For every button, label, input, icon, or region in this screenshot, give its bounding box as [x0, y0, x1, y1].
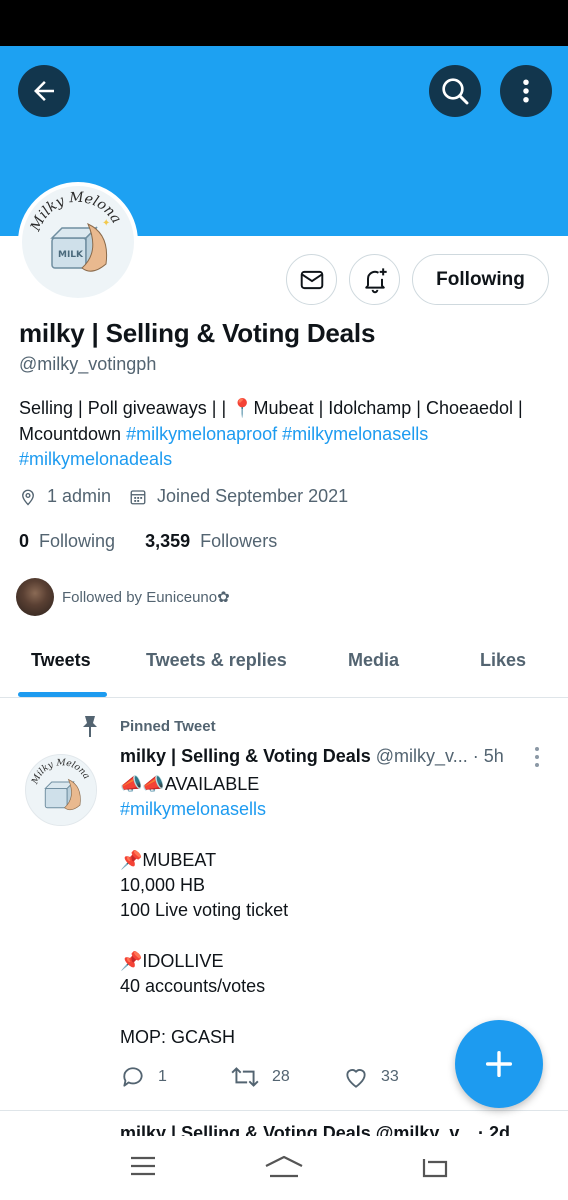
- reply-button[interactable]: 1: [120, 1064, 230, 1090]
- bio-hashtag[interactable]: #milkymelonasells: [282, 424, 428, 444]
- follower-avatar: [16, 578, 54, 616]
- tweet-actions: 1 28 33: [120, 1064, 399, 1090]
- tweet-divider: [0, 1110, 568, 1111]
- joined-text: Joined September 2021: [157, 486, 349, 506]
- tweet-header: milky | Selling & Voting Deals @milky_v.…: [120, 746, 520, 767]
- reply-icon: [123, 1067, 143, 1087]
- following-label: Following: [39, 531, 116, 551]
- location-pin-icon: [22, 489, 34, 505]
- followed-by-text: Followed by Euniceuno✿: [62, 589, 230, 606]
- tweet-line: 40 accounts/votes: [120, 976, 266, 997]
- tab-media[interactable]: Media: [348, 650, 399, 671]
- retweet-button[interactable]: 28: [230, 1064, 343, 1090]
- followed-by-row[interactable]: Followed by Euniceuno✿: [16, 578, 230, 616]
- heart-icon: [346, 1069, 366, 1088]
- svg-text:✦: ✦: [102, 218, 110, 229]
- like-count: 33: [381, 1068, 399, 1085]
- message-button[interactable]: [286, 254, 337, 305]
- notifications-button[interactable]: [349, 254, 400, 305]
- tweet-hashtag[interactable]: #milkymelonasells: [120, 797, 530, 822]
- followers-link[interactable]: 3,359 Followers: [145, 531, 277, 551]
- tweet-body: 📣📣AVAILABLE #milkymelonasells 📌MUBEAT 10…: [120, 772, 530, 1050]
- tweet-line: [120, 1000, 530, 1025]
- following-button[interactable]: Following: [412, 254, 549, 305]
- tweet-line: 10,000 HB: [120, 875, 206, 896]
- joined-item: Joined September 2021: [129, 486, 348, 507]
- active-tab-indicator: [18, 692, 107, 697]
- tweet-line: 📣📣AVAILABLE: [120, 774, 260, 794]
- tweet-more-button[interactable]: [530, 745, 544, 774]
- profile-avatar[interactable]: Milky Melona MILK ✦: [18, 182, 138, 302]
- nav-back-button[interactable]: [418, 1154, 450, 1185]
- tweet-line: 📌MUBEAT: [120, 849, 217, 870]
- profile-meta: 1 admin Joined September 2021: [19, 486, 366, 507]
- more-vertical-icon: [523, 79, 529, 103]
- plus-icon: [485, 1050, 513, 1078]
- tweet-line: 📌IDOLLIVE: [120, 951, 224, 972]
- profile-tabs: Tweets Tweets & replies Media Likes: [0, 636, 568, 698]
- pinned-indicator: Pinned Tweet: [80, 714, 216, 738]
- tweet-line: [120, 924, 530, 949]
- bio-hashtag[interactable]: #milkymelonadeals: [19, 449, 172, 469]
- tweet-author-avatar[interactable]: Milky Melona: [25, 754, 97, 826]
- profile-bio: Selling | Poll giveaways | | 📍Mubeat | I…: [19, 396, 549, 473]
- home-icon: [265, 1155, 303, 1178]
- status-bar: [0, 0, 568, 46]
- tweet-time: · 5h: [472, 746, 504, 766]
- recents-icon: [131, 1156, 155, 1176]
- next-tweet-header: milky | Selling & Voting Deals @milky_v.…: [120, 1124, 511, 1136]
- more-vertical-icon: [535, 747, 539, 767]
- tweet-line: [120, 823, 530, 848]
- calendar-icon: [130, 489, 146, 504]
- search-icon: [442, 78, 469, 105]
- bio-hashtag[interactable]: #milkymelonaproof: [126, 424, 277, 444]
- tab-tweets[interactable]: Tweets: [31, 650, 91, 671]
- followers-label: Followers: [200, 531, 278, 551]
- more-options-button[interactable]: [500, 65, 552, 117]
- following-link[interactable]: 0 Following: [19, 531, 115, 551]
- recents-button[interactable]: [128, 1154, 158, 1183]
- tweet-author-handle[interactable]: @milky_v...: [376, 746, 468, 766]
- reply-count: 1: [158, 1068, 167, 1085]
- tab-tweets-replies[interactable]: Tweets & replies: [146, 650, 287, 671]
- following-count: 0: [19, 531, 30, 551]
- nav-back-icon: [422, 1159, 448, 1178]
- profile-handle: @milky_votingph: [19, 354, 157, 374]
- system-nav-bar: [0, 1136, 568, 1200]
- compose-tweet-button[interactable]: [455, 1020, 543, 1108]
- milky-melona-logo: Milky Melona: [27, 756, 96, 825]
- retweet-icon: [231, 1067, 259, 1087]
- milky-melona-logo: Milky Melona MILK ✦: [24, 188, 132, 296]
- search-button[interactable]: [429, 65, 481, 117]
- svg-text:MILK: MILK: [58, 250, 84, 260]
- location-item: 1 admin: [19, 486, 111, 507]
- tab-likes[interactable]: Likes: [480, 650, 526, 671]
- retweet-count: 28: [272, 1068, 290, 1085]
- back-button[interactable]: [18, 65, 70, 117]
- profile-name: milky | Selling & Voting Deals: [19, 318, 376, 348]
- mail-icon: [300, 270, 323, 289]
- bell-plus-icon: [364, 267, 387, 293]
- tweet-author-name[interactable]: milky | Selling & Voting Deals: [120, 746, 371, 766]
- followers-count: 3,359: [145, 531, 191, 551]
- like-button[interactable]: 33: [343, 1064, 399, 1090]
- location-text: 1 admin: [47, 486, 112, 506]
- home-button[interactable]: [264, 1154, 304, 1185]
- tweet-line: 100 Live voting ticket: [120, 900, 289, 921]
- arrow-left-icon: [34, 81, 54, 101]
- pinned-label: Pinned Tweet: [120, 717, 216, 735]
- pin-icon: [83, 716, 97, 737]
- follow-counts: 0 Following 3,359 Followers: [19, 531, 277, 552]
- next-tweet-peek[interactable]: milky | Selling & Voting Deals @milky_v.…: [120, 1124, 540, 1136]
